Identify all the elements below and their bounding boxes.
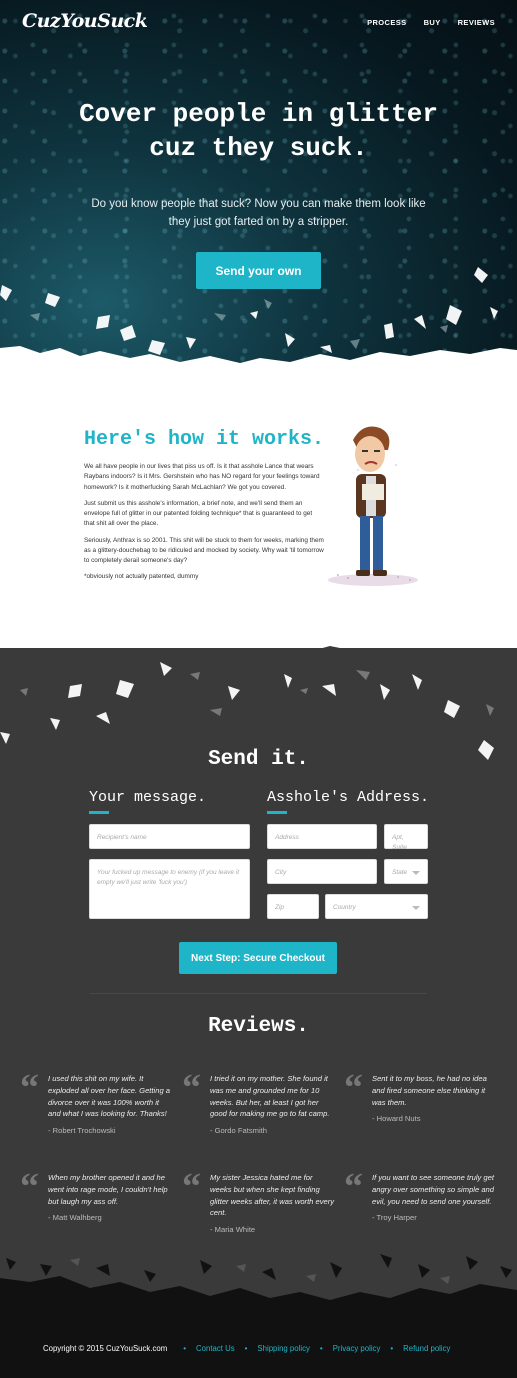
- review-text: My sister Jessica hated me for weeks but…: [210, 1173, 335, 1218]
- review-text: If you want to see someone truly get ang…: [372, 1173, 494, 1206]
- how-it-works-body: We all have people in our lives that pis…: [84, 462, 324, 589]
- quote-icon: “: [182, 1166, 201, 1208]
- hero-section: CuzYouSuck PROCESS BUY REVIEWS Cover peo…: [0, 0, 517, 378]
- nav-process[interactable]: PROCESS: [367, 18, 406, 27]
- section-divider: [90, 993, 427, 994]
- review-card: “ My sister Jessica hated me for weeks b…: [182, 1168, 335, 1235]
- site-logo[interactable]: CuzYouSuck: [22, 10, 148, 32]
- main-nav: PROCESS BUY REVIEWS: [367, 18, 495, 27]
- address-heading: Asshole's Address.: [267, 789, 430, 806]
- how-paragraph: Seriously, Anthrax is so 2001. This shit…: [84, 536, 324, 565]
- heading-underline: [89, 811, 109, 814]
- bullet-icon: •: [183, 1344, 187, 1353]
- review-author: - Troy Harper: [372, 1213, 417, 1223]
- secure-checkout-button[interactable]: Next Step: Secure Checkout: [179, 942, 337, 974]
- quote-icon: “: [20, 1166, 39, 1208]
- quote-icon: “: [344, 1166, 363, 1208]
- reviews-title: Reviews.: [208, 1015, 309, 1038]
- heading-underline: [267, 811, 287, 814]
- review-text: When my brother opened it and he went in…: [48, 1173, 168, 1206]
- apt-suite-input[interactable]: Apt, Suite: [384, 824, 428, 851]
- review-author: - Maria White: [210, 1225, 256, 1235]
- send-it-title: Send it.: [208, 748, 309, 771]
- quote-icon: “: [344, 1067, 363, 1109]
- your-message-heading: Your message.: [89, 789, 207, 806]
- country-select[interactable]: Country: [325, 894, 428, 919]
- recipient-name-input[interactable]: Recipient's name: [89, 824, 250, 849]
- review-card: “ I used this shit on my wife. It explod…: [20, 1069, 173, 1136]
- angry-man-illustration: [328, 426, 418, 586]
- copyright-text: Copyright © 2015 CuzYouSuck.com: [43, 1344, 168, 1353]
- footer-link-refund[interactable]: Refund policy: [403, 1344, 450, 1353]
- review-author: - Gordo Fatsmith: [210, 1126, 267, 1136]
- city-input[interactable]: City: [267, 859, 377, 884]
- zip-input[interactable]: Zip: [267, 894, 319, 919]
- bullet-icon: •: [244, 1344, 248, 1353]
- site-footer: Copyright © 2015 CuzYouSuck.com • Contac…: [0, 1310, 517, 1378]
- bullet-icon: •: [390, 1344, 394, 1353]
- nav-reviews[interactable]: REVIEWS: [458, 18, 495, 27]
- how-paragraph: Just submit us this asshole's informatio…: [84, 499, 313, 528]
- quote-icon: “: [182, 1067, 201, 1109]
- how-paragraph: We all have people in our lives that pis…: [84, 463, 320, 491]
- message-textarea[interactable]: Your fucked up message to enemy (if you …: [89, 859, 250, 919]
- review-text: Sent it to my boss, he had no idea and f…: [372, 1074, 487, 1107]
- review-card: “ I tried it on my mother. She found it …: [182, 1069, 335, 1136]
- review-author: - Matt Walhberg: [48, 1213, 102, 1223]
- hero-subtitle: Do you know people that suck? Now you ca…: [91, 198, 426, 229]
- quote-icon: “: [20, 1067, 39, 1109]
- review-author: - Robert Trochowski: [48, 1126, 116, 1136]
- footer-link-contact[interactable]: Contact Us: [196, 1344, 235, 1353]
- state-select[interactable]: State: [384, 859, 428, 884]
- bullet-icon: •: [319, 1344, 323, 1353]
- review-card: “ If you want to see someone truly get a…: [344, 1168, 497, 1223]
- footer-link-shipping[interactable]: Shipping policy: [257, 1344, 309, 1353]
- review-author: - Howard Nuts: [372, 1114, 421, 1124]
- hero-title-line-2: cuz they suck.: [149, 132, 368, 163]
- how-footnote: *obviously not actually patented, dummy: [84, 573, 199, 581]
- nav-buy[interactable]: BUY: [424, 18, 441, 27]
- footer-link-privacy[interactable]: Privacy policy: [333, 1344, 381, 1353]
- confetti-decoration: [0, 267, 498, 355]
- footer-row: Copyright © 2015 CuzYouSuck.com • Contac…: [43, 1344, 450, 1353]
- review-card: “ When my brother opened it and he went …: [20, 1168, 173, 1223]
- address-input[interactable]: Address: [267, 824, 377, 849]
- review-card: “ Sent it to my boss, he had no idea and…: [344, 1069, 497, 1124]
- review-text: I used this shit on my wife. It exploded…: [48, 1074, 170, 1119]
- hero-title-line-1: Cover people in glitter: [79, 99, 438, 129]
- how-it-works-title: Here's how it works.: [84, 428, 325, 451]
- review-text: I tried it on my mother. She found it wa…: [210, 1074, 330, 1119]
- hero-title: Cover people in glitter cuz they suck.: [0, 98, 517, 166]
